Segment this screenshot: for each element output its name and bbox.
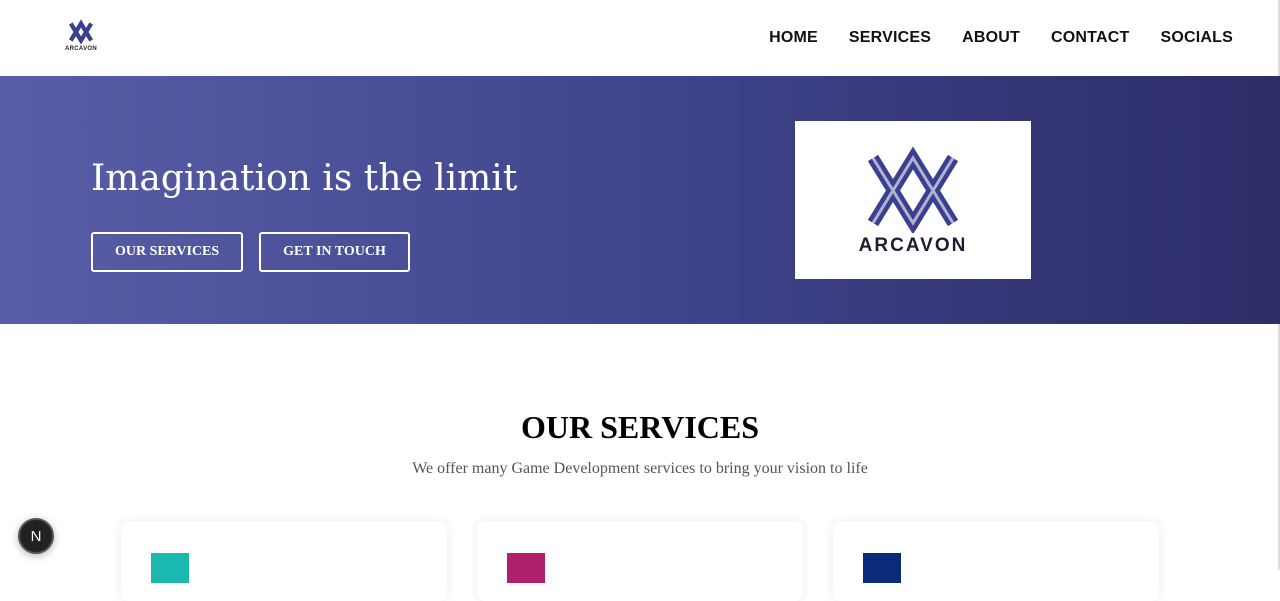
nav-home[interactable]: HOME bbox=[769, 29, 818, 47]
nav-socials[interactable]: SOCIALS bbox=[1160, 29, 1233, 47]
3d-cube-icon bbox=[507, 553, 545, 583]
hero-section: Imagination is the limit OUR SERVICES GE… bbox=[0, 76, 1280, 324]
our-services-button[interactable]: OUR SERVICES bbox=[91, 232, 244, 272]
arcavon-logo-icon bbox=[867, 146, 959, 233]
services-section: OUR SERVICES We offer many Game Developm… bbox=[0, 324, 1280, 478]
services-subtitle: We offer many Game Development services … bbox=[412, 460, 868, 477]
logo-text: ARCAVON bbox=[65, 46, 97, 52]
main-nav: HOME SERVICES ABOUT CONTACT SOCIALS bbox=[769, 29, 1233, 47]
nextjs-dev-badge[interactable]: N bbox=[18, 518, 54, 554]
logo-text: ARCAVON bbox=[858, 235, 968, 256]
blueprint-icon bbox=[863, 553, 901, 583]
nav-services[interactable]: SERVICES bbox=[849, 29, 931, 47]
get-in-touch-button[interactable]: GET IN TOUCH bbox=[259, 232, 410, 272]
game-engine-icon bbox=[151, 553, 189, 583]
nav-about[interactable]: ABOUT bbox=[962, 29, 1020, 47]
services-title: OUR SERVICES bbox=[520, 409, 760, 445]
hero-logo: ARCAVON bbox=[795, 121, 1031, 279]
site-header: ARCAVON HOME SERVICES ABOUT CONTACT SOCI… bbox=[0, 0, 1280, 76]
service-card[interactable] bbox=[477, 521, 803, 601]
nav-contact[interactable]: CONTACT bbox=[1051, 29, 1129, 47]
hero-title: Imagination is the limit bbox=[91, 158, 518, 199]
service-card[interactable] bbox=[121, 521, 447, 601]
service-card[interactable] bbox=[833, 521, 1159, 601]
header-logo[interactable]: ARCAVON bbox=[60, 18, 102, 58]
arcavon-logo-icon bbox=[68, 19, 94, 45]
